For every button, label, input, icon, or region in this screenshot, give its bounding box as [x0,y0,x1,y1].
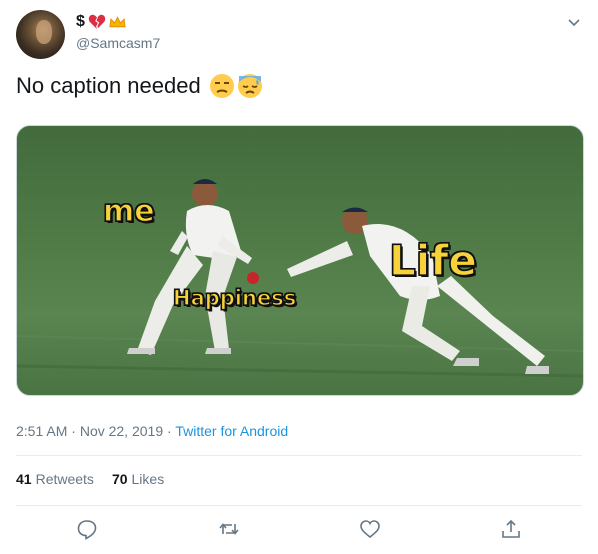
avatar-face [36,20,52,44]
ball [247,272,259,284]
tweet-text-content: No caption needed [16,73,201,98]
meme-label-life: Life [388,235,477,285]
timestamp[interactable]: 2:51 AM · Nov 22, 2019 · Twitter for And… [16,423,288,439]
retweet-icon[interactable] [218,518,240,540]
cricket-scene [17,179,583,378]
avatar[interactable] [16,10,65,59]
crown-icon [109,16,126,28]
tweet-text: No caption needed [16,71,263,101]
likes-count: 70 [111,471,128,487]
meme-label-happiness: Happiness [172,285,297,310]
retweets-stat[interactable]: 41 Retweets [16,471,94,487]
broken-heart-icon [88,14,106,30]
timestamp-dot: · [67,423,80,439]
retweets-label: Retweets [35,471,94,487]
downcast-sweat-face-icon [237,74,262,98]
divider [16,505,582,506]
divider [16,455,582,456]
reply-icon[interactable] [76,518,98,540]
share-icon[interactable] [500,518,522,540]
timestamp-separator: · [163,423,176,439]
display-name[interactable]: $ [76,12,126,32]
unamused-face-icon [209,74,234,98]
user-handle[interactable]: @Samcasm7 [76,35,160,51]
tweet-actions [0,518,598,542]
display-name-text: $ [76,13,85,30]
tweet-date: Nov 22, 2019 [79,423,164,439]
tweet-time: 2:51 AM [16,423,68,439]
meme-label-me: me [102,193,155,229]
likes-stat[interactable]: 70 Likes [112,471,164,487]
tweet-stats: 41 Retweets 70 Likes [16,471,164,487]
retweets-count: 41 [16,471,32,487]
likes-label: Likes [131,471,165,487]
like-icon[interactable] [359,518,381,540]
chevron-down-icon[interactable] [566,14,582,30]
tweet-image[interactable]: me Life Happiness [16,125,584,396]
tweet-source-link[interactable]: Twitter for Android [175,423,288,439]
